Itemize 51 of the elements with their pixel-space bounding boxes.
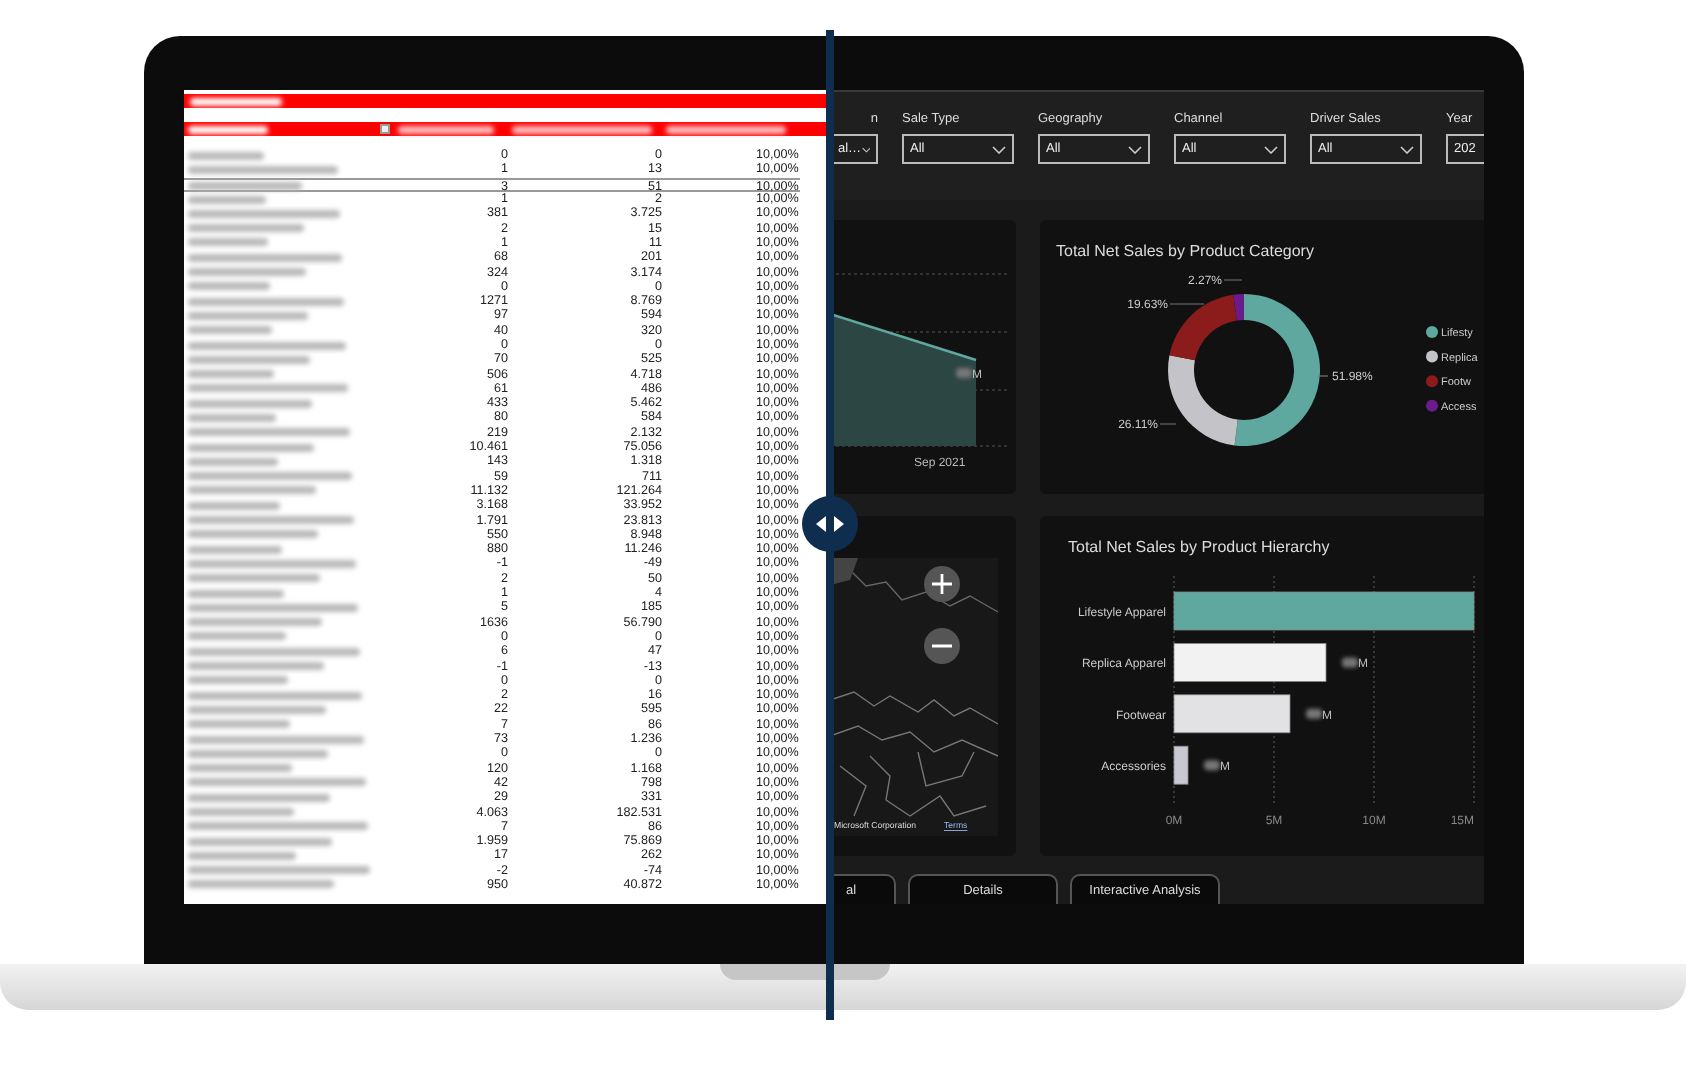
chevron-down-icon bbox=[1400, 145, 1414, 153]
chart-title: Total Net Sales by Product Category bbox=[1054, 240, 1316, 264]
blurred-text bbox=[188, 662, 324, 671]
blurred-text bbox=[188, 224, 304, 233]
blurred-text bbox=[398, 125, 494, 133]
zoom-in-button[interactable] bbox=[924, 566, 960, 602]
blurred-text bbox=[188, 282, 270, 291]
blurred-text bbox=[188, 632, 286, 641]
chevron-down-icon bbox=[992, 145, 1006, 153]
blurred-text bbox=[188, 195, 266, 204]
chevron-down-icon bbox=[861, 145, 870, 153]
blurred-text bbox=[188, 676, 288, 685]
blurred-text bbox=[188, 151, 264, 160]
blurred-text bbox=[188, 486, 316, 495]
blurred-text bbox=[188, 749, 328, 758]
left-right-arrows-icon bbox=[814, 516, 846, 532]
blurred-text bbox=[188, 837, 332, 846]
blurred-text bbox=[188, 705, 326, 714]
blurred-text bbox=[956, 368, 972, 378]
blurred-text bbox=[188, 413, 276, 422]
blurred-text bbox=[188, 238, 268, 247]
blurred-text bbox=[1306, 708, 1322, 719]
blurred-text bbox=[666, 125, 786, 133]
blurred-text bbox=[188, 501, 280, 510]
blurred-text bbox=[188, 618, 322, 627]
blurred-text bbox=[188, 370, 274, 379]
blurred-text bbox=[1204, 760, 1220, 771]
blurred-text bbox=[1342, 657, 1358, 668]
chevron-down-icon bbox=[1264, 145, 1278, 153]
blurred-text bbox=[188, 764, 292, 773]
blurred-text bbox=[188, 311, 308, 320]
blurred-text bbox=[188, 574, 320, 583]
chart-title: Total Net Sales by Product Hierarchy bbox=[1066, 536, 1332, 560]
blurred-text bbox=[188, 545, 282, 554]
blurred-text bbox=[188, 589, 284, 598]
blurred-text bbox=[512, 125, 652, 133]
chevron-down-icon bbox=[1128, 145, 1142, 153]
blurred-text bbox=[188, 720, 290, 729]
blurred-text bbox=[190, 97, 282, 105]
zoom-out-button[interactable] bbox=[924, 628, 960, 664]
blurred-text bbox=[188, 326, 272, 335]
blurred-text bbox=[188, 443, 314, 452]
blurred-text bbox=[188, 530, 318, 539]
blurred-text bbox=[188, 851, 296, 860]
blurred-text bbox=[188, 457, 278, 466]
blurred-text bbox=[188, 182, 302, 191]
blurred-text bbox=[188, 808, 294, 816]
blurred-text bbox=[188, 399, 312, 408]
blurred-text bbox=[188, 355, 310, 364]
blurred-text bbox=[188, 268, 306, 277]
blurred-text bbox=[188, 793, 330, 802]
